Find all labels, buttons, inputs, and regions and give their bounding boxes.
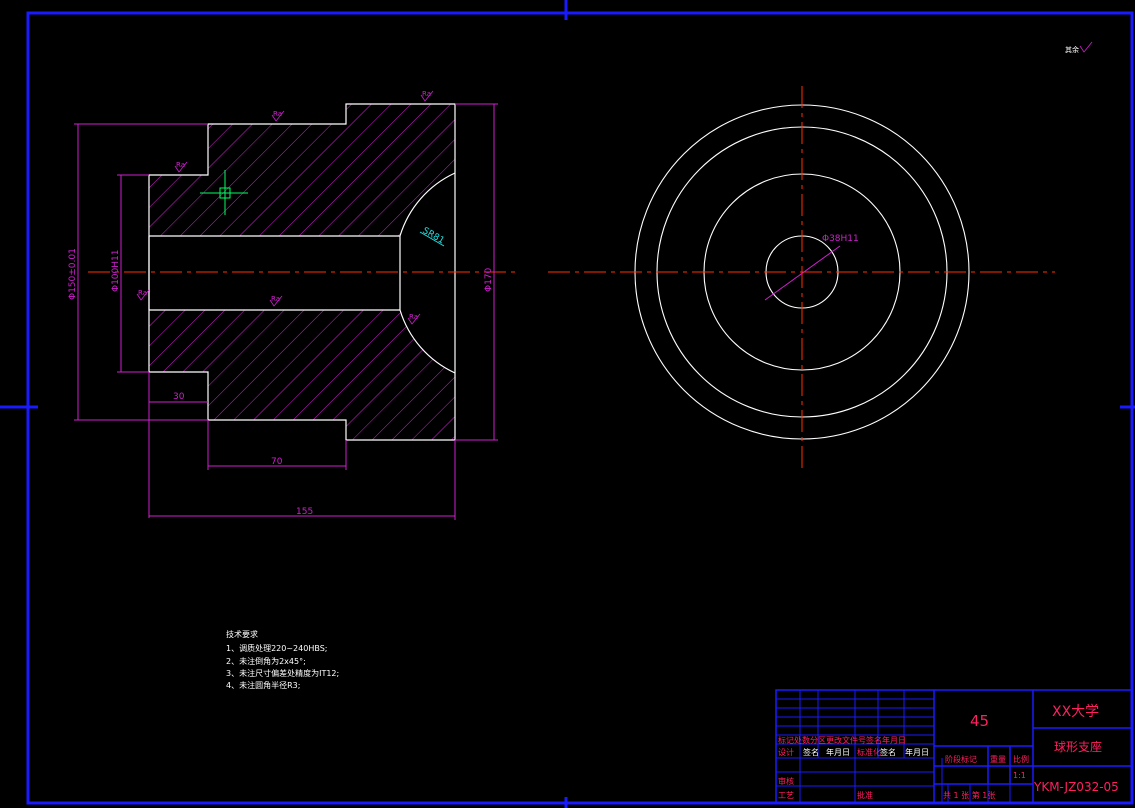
dim-dia-100: Φ100H11 — [111, 250, 121, 292]
date-label: 年月日 — [826, 747, 850, 757]
tech-item: 2、未注倒角为2x45°; — [226, 656, 306, 666]
tech-item: 3、未注尺寸偏差处精度为IT12; — [226, 668, 339, 678]
craft-label: 工艺 — [778, 791, 794, 800]
section-view — [88, 103, 520, 441]
weight-label: 重量 — [990, 754, 1006, 764]
dim-len-30: 30 — [173, 392, 185, 402]
standard-label: 标准化 — [857, 747, 881, 757]
change-record-header: 标记处数分区更改文件号签名年月日 — [778, 735, 906, 745]
svg-text:其余: 其余 — [1065, 45, 1079, 54]
roughness-symbol: Ra — [136, 289, 150, 301]
roughness-symbol: Ra — [420, 90, 434, 102]
svg-text:Ra: Ra — [422, 90, 431, 98]
section-hatch — [149, 104, 455, 440]
roughness-symbol: Ra — [271, 110, 285, 122]
cad-drawing[interactable]: Φ150±0.01 Φ100H11 Φ170 30 70 155 SR81 Ra… — [0, 0, 1135, 808]
sign-label: 签名 — [880, 747, 896, 757]
dim-sr81: SR81 — [421, 226, 446, 246]
title-block: 45 XX大学 球形支座 YKM-JZ032-05 1:1 标记处数分区更改文件… — [775, 689, 1133, 804]
roughness-symbol: Ra — [269, 295, 283, 307]
svg-text:Ra: Ra — [176, 161, 185, 169]
roughness-symbol: Ra — [174, 161, 188, 173]
designer-label: 设计 — [778, 747, 794, 757]
dim-bore: Φ38H11 — [822, 234, 859, 244]
dim-len-70: 70 — [271, 457, 283, 467]
scale-value: 1:1 — [1013, 771, 1026, 780]
tech-item: 1、调质处理220~240HBS; — [226, 643, 327, 653]
svg-text:Ra: Ra — [273, 110, 282, 118]
dim-len-155: 155 — [296, 507, 313, 517]
stage-mark-label: 阶段标记 — [945, 754, 977, 764]
tech-requirements: 技术要求 1、调质处理220~240HBS; 2、未注倒角为2x45°; 3、未… — [226, 629, 339, 690]
tech-heading: 技术要求 — [226, 629, 258, 639]
bore-dim-leader — [764, 245, 841, 301]
sheet-count: 共 1 张 第 1张 — [943, 790, 995, 800]
dim-dia-170: Φ170 — [484, 267, 494, 292]
sign-label: 签名 — [803, 747, 819, 757]
roughness-symbol: Ra — [407, 313, 421, 325]
university-name: XX大学 — [1052, 704, 1099, 720]
date-label: 年月日 — [905, 747, 929, 757]
svg-text:Ra: Ra — [138, 289, 147, 297]
review-label: 审核 — [778, 776, 794, 786]
drawing-frame — [0, 0, 1135, 808]
material-label: 45 — [970, 712, 989, 730]
svg-text:Ra: Ra — [271, 295, 280, 303]
part-name: 球形支座 — [1054, 739, 1102, 754]
scale-label: 比例 — [1013, 754, 1029, 764]
dim-dia-150: Φ150±0.01 — [68, 248, 78, 300]
approve-label: 批准 — [857, 790, 873, 800]
svg-text:Ra: Ra — [409, 313, 418, 321]
tech-item: 4、未注圆角半径R3; — [226, 680, 300, 690]
roughness-other: 其余 — [1065, 41, 1093, 54]
drawing-number: YKM-JZ032-05 — [1033, 780, 1119, 794]
end-view: Φ38H11 — [548, 86, 1055, 470]
